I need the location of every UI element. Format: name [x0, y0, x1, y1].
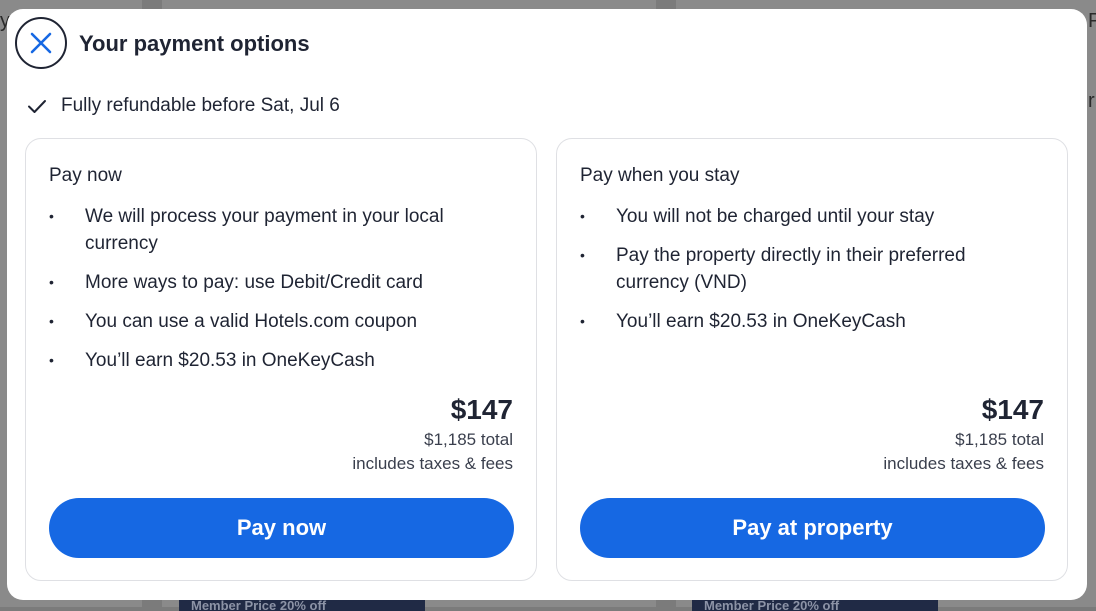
- close-icon: [30, 32, 52, 54]
- price-block: $147 $1,185 total includes taxes & fees: [352, 392, 513, 476]
- list-item: • You’ll earn $20.53 in OneKeyCash: [49, 347, 509, 374]
- benefit-text: Pay the property directly in their prefe…: [616, 245, 966, 293]
- option-benefits-list: • You will not be charged until your stay…: [580, 203, 1040, 347]
- option-title: Pay now: [49, 165, 122, 186]
- nightly-price: $147: [981, 394, 1044, 425]
- dialog-title: Your payment options: [79, 31, 310, 56]
- bullet-icon: •: [580, 208, 585, 224]
- benefit-text: More ways to pay: use Debit/Credit card: [85, 272, 423, 293]
- list-item: • You’ll earn $20.53 in OneKeyCash: [580, 308, 1040, 335]
- list-item: • We will process your payment in your lo…: [49, 203, 509, 257]
- background-text: r: [1088, 90, 1095, 112]
- list-item: • You will not be charged until your stay: [580, 203, 1040, 230]
- bullet-icon: •: [49, 352, 54, 368]
- benefit-text: You can use a valid Hotels.com coupon: [85, 311, 418, 332]
- pay-at-property-button[interactable]: Pay at property: [580, 498, 1045, 558]
- close-button[interactable]: [15, 17, 67, 69]
- bullet-icon: •: [49, 313, 54, 329]
- pay-now-option-card: Pay now • We will process your payment in…: [25, 138, 537, 581]
- refund-text: Fully refundable before Sat, Jul 6: [61, 95, 340, 116]
- list-item: • More ways to pay: use Debit/Credit card: [49, 269, 509, 296]
- payment-options-dialog: Your payment options Fully refundable be…: [7, 9, 1087, 600]
- nightly-price: $147: [450, 394, 513, 425]
- option-title: Pay when you stay: [580, 165, 740, 186]
- checkmark-icon: [28, 100, 46, 113]
- benefit-text: You’ll earn $20.53 in OneKeyCash: [616, 311, 906, 332]
- benefit-text: You’ll earn $20.53 in OneKeyCash: [85, 350, 375, 371]
- total-price: $1,185 total: [424, 430, 513, 449]
- bullet-icon: •: [49, 274, 54, 290]
- total-price: $1,185 total: [955, 430, 1044, 449]
- taxes-note: includes taxes & fees: [883, 454, 1044, 473]
- background-text: P: [1088, 10, 1096, 32]
- pay-at-property-option-card: Pay when you stay • You will not be charg…: [556, 138, 1068, 581]
- list-item: • You can use a valid Hotels.com coupon: [49, 308, 509, 335]
- refund-notice: Fully refundable before Sat, Jul 6: [27, 95, 340, 117]
- price-block: $147 $1,185 total includes taxes & fees: [883, 392, 1044, 476]
- benefit-text: We will process your payment in your loc…: [85, 206, 444, 254]
- pay-now-button[interactable]: Pay now: [49, 498, 514, 558]
- benefit-text: You will not be charged until your stay: [616, 206, 935, 227]
- bullet-icon: •: [49, 208, 54, 224]
- taxes-note: includes taxes & fees: [352, 454, 513, 473]
- bullet-icon: •: [580, 247, 585, 263]
- option-benefits-list: • We will process your payment in your lo…: [49, 203, 509, 386]
- bullet-icon: •: [580, 313, 585, 329]
- list-item: • Pay the property directly in their pref…: [580, 242, 1040, 296]
